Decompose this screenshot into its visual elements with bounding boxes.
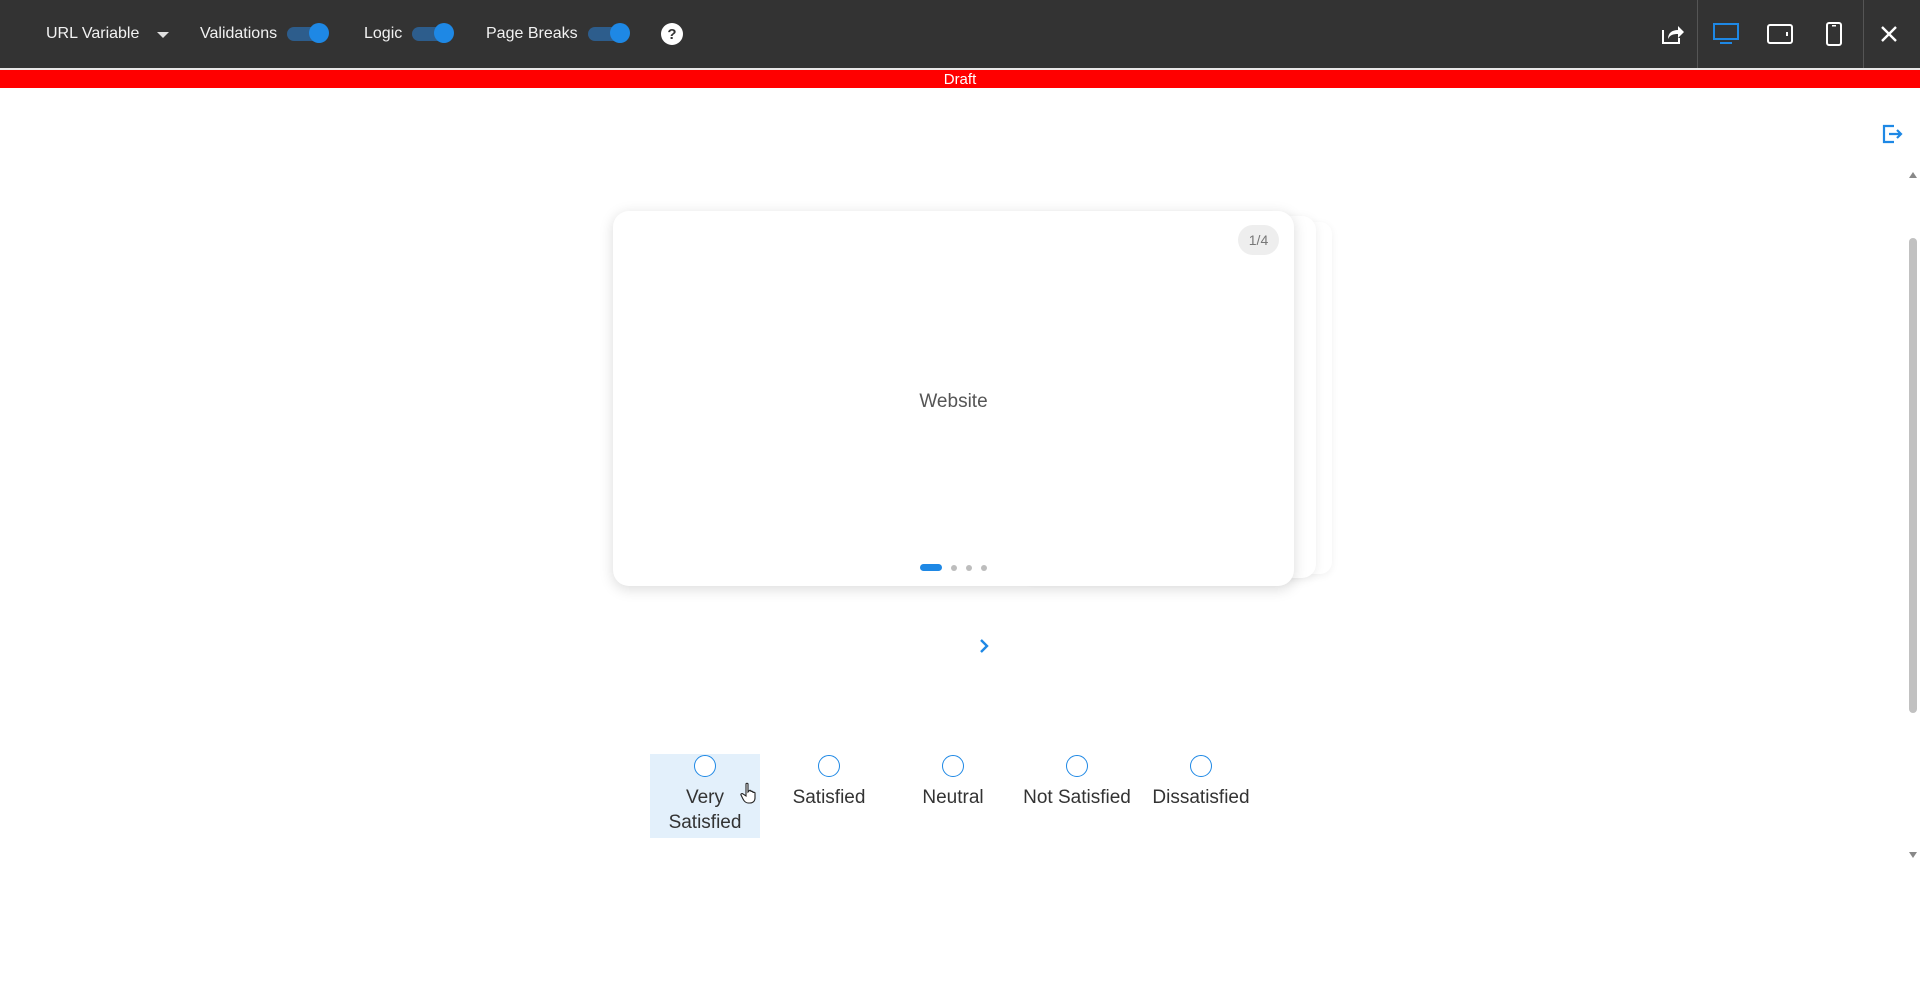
draft-banner: Draft bbox=[0, 68, 1920, 88]
exit-preview-button[interactable] bbox=[1880, 122, 1904, 146]
logic-label: Logic bbox=[364, 25, 403, 42]
tablet-view-button[interactable] bbox=[1762, 0, 1798, 68]
scrollbar-thumb[interactable] bbox=[1909, 238, 1917, 713]
page-breaks-label: Page Breaks bbox=[486, 25, 578, 42]
page-breaks-toggle[interactable] bbox=[587, 23, 630, 43]
mobile-view-button[interactable] bbox=[1818, 0, 1850, 68]
validations-label: Validations bbox=[200, 25, 278, 42]
toggle-knob bbox=[434, 23, 455, 43]
rating-option-dissatisfied[interactable]: Dissatisfied bbox=[1146, 754, 1256, 838]
share-icon bbox=[1662, 26, 1684, 44]
help-icon[interactable]: ? bbox=[661, 23, 683, 45]
preview-toolbar: URL Variable Validations Logic Page Brea… bbox=[0, 0, 1920, 68]
radio-button[interactable] bbox=[818, 755, 840, 777]
page-breaks-control: Page Breaks bbox=[486, 0, 630, 68]
pagination-dots bbox=[920, 564, 996, 571]
page-counter: 1/4 bbox=[1238, 225, 1279, 255]
chevron-down-icon bbox=[157, 32, 170, 38]
pagination-dot[interactable] bbox=[981, 564, 987, 571]
radio-button[interactable] bbox=[942, 755, 964, 777]
scroll-up-arrow-icon[interactable] bbox=[1909, 172, 1917, 178]
logic-toggle[interactable] bbox=[412, 23, 455, 43]
hand-pointer-icon bbox=[740, 782, 758, 804]
url-variable-label: URL Variable bbox=[46, 25, 140, 42]
pagination-dot[interactable] bbox=[951, 564, 957, 571]
close-icon bbox=[1881, 26, 1897, 42]
radio-button[interactable] bbox=[694, 755, 716, 777]
logic-control: Logic bbox=[364, 0, 455, 68]
share-button[interactable] bbox=[1656, 0, 1690, 68]
toggle-knob bbox=[309, 23, 330, 43]
rating-option-neutral[interactable]: Neutral bbox=[898, 754, 1008, 838]
desktop-icon bbox=[1713, 23, 1739, 44]
rating-option-label: Dissatisfied bbox=[1152, 787, 1250, 808]
rating-option-satisfied[interactable]: Satisfied bbox=[774, 754, 884, 838]
rating-option-label: Not Satisfied bbox=[1023, 787, 1131, 808]
question-card: 1/4 Website bbox=[613, 211, 1294, 586]
tablet-icon bbox=[1767, 24, 1793, 44]
url-variable-dropdown[interactable]: URL Variable bbox=[46, 0, 170, 68]
scroll-down-arrow-icon[interactable] bbox=[1909, 852, 1917, 858]
pagination-dot[interactable] bbox=[920, 564, 942, 571]
toggle-knob bbox=[609, 23, 630, 43]
draft-label: Draft bbox=[943, 70, 977, 88]
radio-button[interactable] bbox=[1190, 755, 1212, 777]
next-button[interactable] bbox=[974, 636, 994, 656]
toolbar-divider bbox=[1697, 0, 1698, 68]
radio-button[interactable] bbox=[1066, 755, 1088, 777]
validations-toggle[interactable] bbox=[287, 23, 330, 43]
mobile-icon bbox=[1826, 22, 1842, 46]
scrollbar[interactable] bbox=[1906, 170, 1920, 860]
exit-icon bbox=[1882, 124, 1903, 144]
rating-option-label: Satisfied bbox=[792, 787, 866, 808]
card-title: Website bbox=[919, 391, 988, 412]
desktop-view-button[interactable] bbox=[1708, 0, 1744, 68]
chevron-right-icon bbox=[980, 639, 989, 653]
rating-option-not-satisfied[interactable]: Not Satisfied bbox=[1022, 754, 1132, 838]
validations-control: Validations bbox=[200, 0, 330, 68]
pagination-dot[interactable] bbox=[966, 564, 972, 571]
close-button[interactable] bbox=[1872, 0, 1906, 68]
rating-option-label: Neutral bbox=[922, 787, 984, 808]
toolbar-divider bbox=[1863, 0, 1864, 68]
